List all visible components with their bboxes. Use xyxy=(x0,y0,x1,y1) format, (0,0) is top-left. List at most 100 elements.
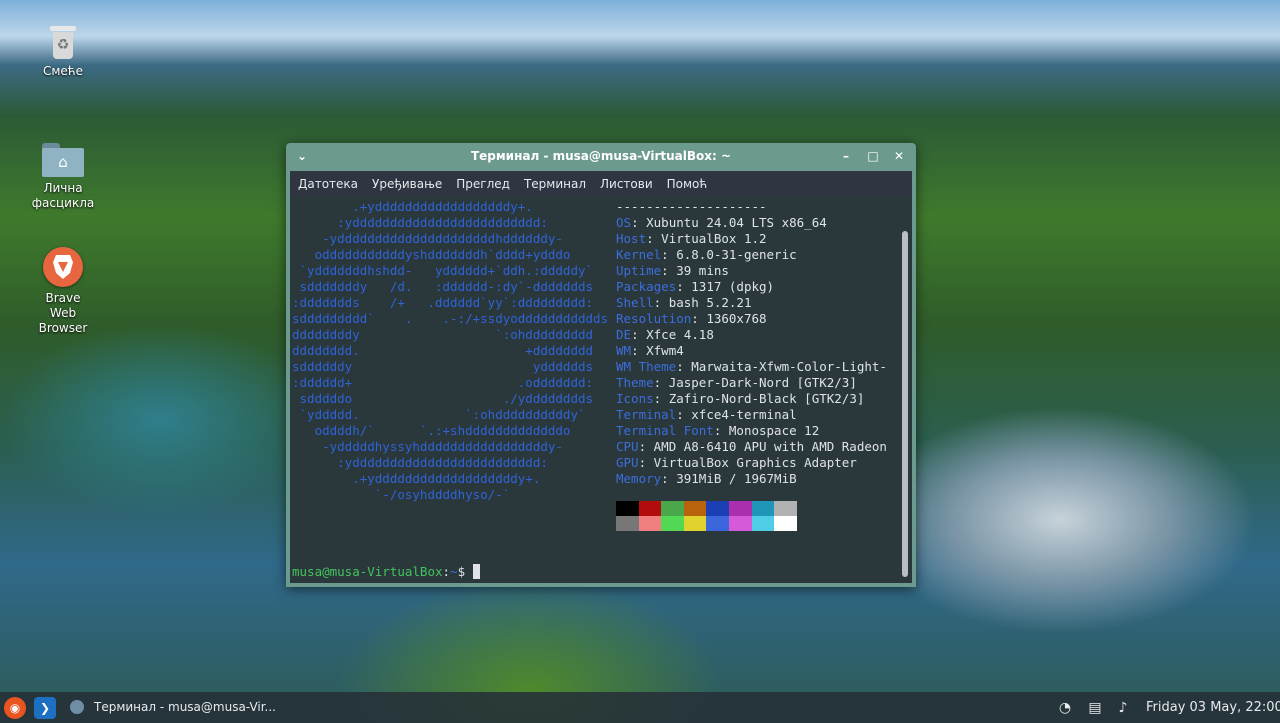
info-key: Shell xyxy=(616,295,654,310)
info-line: GPU: VirtualBox Graphics Adapter xyxy=(616,455,857,470)
info-line: DE: Xfce 4.18 xyxy=(616,327,714,342)
info-value: Xfce 4.18 xyxy=(646,327,714,342)
volume-icon[interactable]: ♪ xyxy=(1114,699,1132,717)
info-value: -------------------- xyxy=(616,199,767,214)
terminal-scrollbar[interactable] xyxy=(902,231,908,577)
color-swatch xyxy=(774,501,797,516)
desktop-icon-home-folder[interactable]: ⌂ Лична фасцикла xyxy=(18,143,108,211)
logo-line: :yddddddddddddddddddddddddd: xyxy=(337,215,548,230)
menu-help[interactable]: Помоћ xyxy=(660,171,715,197)
color-swatch xyxy=(638,516,662,531)
info-value: Xfwm4 xyxy=(646,343,684,358)
info-line: Icons: Zafiro-Nord-Black [GTK2/3] xyxy=(616,391,865,406)
prompt-path: ~ xyxy=(450,564,458,579)
window-title: Терминал - musa@musa-VirtualBox: ~ xyxy=(470,149,732,163)
shell-prompt[interactable]: musa@musa-VirtualBox:~$ xyxy=(292,564,480,580)
info-line: WM Theme: Marwaita-Xfwm-Color-Light- xyxy=(616,359,887,374)
prompt-symbol: $ xyxy=(457,564,466,579)
system-info: -------------------- OS: Xubuntu 24.04 L… xyxy=(616,199,887,487)
color-swatch xyxy=(683,501,707,516)
info-line: OS: Xubuntu 24.04 LTS x86_64 xyxy=(616,215,827,230)
color-palette xyxy=(616,501,797,531)
info-line: Uptime: 39 mins xyxy=(616,263,729,278)
ubuntu-menu-icon[interactable]: ◉ xyxy=(4,697,26,719)
logo-line: `-/osyhddddhyso/-` xyxy=(374,487,511,502)
info-line: Resolution: 1360x768 xyxy=(616,311,767,326)
close-icon[interactable]: ✕ xyxy=(891,148,907,164)
info-key: Theme xyxy=(616,375,654,390)
info-value: 6.8.0-31-generic xyxy=(676,247,797,262)
desktop-icon-brave-browser[interactable]: Brave Web Browser xyxy=(18,247,108,336)
info-value: VirtualBox 1.2 xyxy=(661,231,767,246)
taskbar: ◉ ❯ Терминал - musa@musa-Vir... ◔ ▤ ♪ Fr… xyxy=(0,692,1280,723)
info-value: Zafiro-Nord-Black [GTK2/3] xyxy=(668,391,865,406)
menu-edit[interactable]: Уређивање xyxy=(365,171,449,197)
desktop-icon-label: Brave Web Browser xyxy=(38,291,88,335)
info-key: WM Theme xyxy=(616,359,677,374)
notifications-icon[interactable]: ◔ xyxy=(1056,699,1074,717)
color-swatch xyxy=(751,501,775,516)
menu-terminal[interactable]: Терминал xyxy=(517,171,593,197)
info-value: Marwaita-Xfwm-Color-Light- xyxy=(691,359,887,374)
info-line: Kernel: 6.8.0-31-generic xyxy=(616,247,797,262)
info-value: 391MiB / 1967MiB xyxy=(676,471,797,486)
info-key: WM xyxy=(616,343,632,358)
info-value: 39 mins xyxy=(676,263,729,278)
logo-line: ddddddddy `:ohddddddddd xyxy=(292,327,594,342)
info-key: Resolution xyxy=(616,311,692,326)
color-swatch xyxy=(661,516,684,531)
info-key: GPU xyxy=(616,455,639,470)
info-key: Terminal xyxy=(616,407,677,422)
info-key: Memory xyxy=(616,471,662,486)
color-swatch xyxy=(638,501,662,516)
logo-line: .+yddddddddddddddddddy+. xyxy=(352,199,533,214)
minimize-icon[interactable]: – xyxy=(838,148,854,164)
logo-line: -ydddddhyssyhdddddddddddddddddy- xyxy=(322,439,563,454)
terminal-output[interactable]: .+yddddddddddddddddddy+. :yddddddddddddd… xyxy=(290,197,912,583)
desktop-icon-label: Лична фасцикла xyxy=(31,181,95,210)
info-line: Terminal Font: Monospace 12 xyxy=(616,423,820,438)
info-line: -------------------- xyxy=(616,199,767,214)
clock[interactable]: Friday 03 May, 22:00 xyxy=(1146,692,1280,723)
info-value: Xubuntu 24.04 LTS x86_64 xyxy=(646,215,827,230)
brave-browser-icon xyxy=(43,247,83,287)
info-line: Theme: Jasper-Dark-Nord [GTK2/3] xyxy=(616,375,857,390)
desktop-icon-trash[interactable]: ♻ Смеће xyxy=(18,24,108,79)
info-line: CPU: AMD A8-6410 APU with AMD Radeon xyxy=(616,439,887,454)
info-value: 1360x768 xyxy=(706,311,767,326)
taskbar-window-terminal[interactable]: Терминал - musa@musa-Vir... xyxy=(66,692,284,723)
menu-file[interactable]: Датотека xyxy=(290,171,365,197)
vscode-launcher-icon[interactable]: ❯ xyxy=(34,697,56,719)
home-folder-icon: ⌂ xyxy=(42,143,84,177)
color-swatch xyxy=(661,501,684,516)
info-key: Terminal Font xyxy=(616,423,714,438)
info-line: Terminal: xfce4-terminal xyxy=(616,407,797,422)
color-swatch xyxy=(616,516,639,531)
logo-line: sdddddddy /d. :dddddd-:dy`-ddddddds xyxy=(299,279,594,294)
color-swatch xyxy=(774,516,797,531)
logo-line: .+ydddddddddddddddddddy+. xyxy=(352,471,541,486)
window-titlebar[interactable]: ⌄ Терминал - musa@musa-VirtualBox: ~ – □… xyxy=(286,143,916,171)
logo-line: :ddddddds /+ .dddddd`yy`:ddddddddd: xyxy=(292,295,594,310)
logo-line: :yddddddddddddddddddddddddd: xyxy=(337,455,548,470)
info-key: Kernel xyxy=(616,247,662,262)
menu-view[interactable]: Преглед xyxy=(449,171,517,197)
text-cursor xyxy=(472,564,480,579)
logo-line: dddddddd. +dddddddd xyxy=(292,343,594,358)
menu-tabs[interactable]: Листови xyxy=(593,171,660,197)
logo-line: -ydddddddddddddddddddddhddddddy- xyxy=(322,231,563,246)
color-swatch xyxy=(728,501,752,516)
prompt-user-host: musa@musa-VirtualBox xyxy=(292,564,443,579)
color-swatch xyxy=(683,516,707,531)
clipboard-icon[interactable]: ▤ xyxy=(1086,699,1104,717)
logo-line: oddddh/` `.:+shdddddddddddddo xyxy=(314,423,571,438)
info-key: DE xyxy=(616,327,632,342)
logo-line: sdddddo ./ydddddddds xyxy=(299,391,594,406)
info-value: AMD A8-6410 APU with AMD Radeon xyxy=(653,439,887,454)
prompt-separator: : xyxy=(442,564,451,579)
info-line: WM: Xfwm4 xyxy=(616,343,684,358)
info-value: Jasper-Dark-Nord [GTK2/3] xyxy=(668,375,857,390)
logo-line: odddddddddddyshdddddddh`dddd+ydddo xyxy=(314,247,571,262)
info-key: CPU xyxy=(616,439,639,454)
maximize-icon[interactable]: □ xyxy=(865,148,881,164)
